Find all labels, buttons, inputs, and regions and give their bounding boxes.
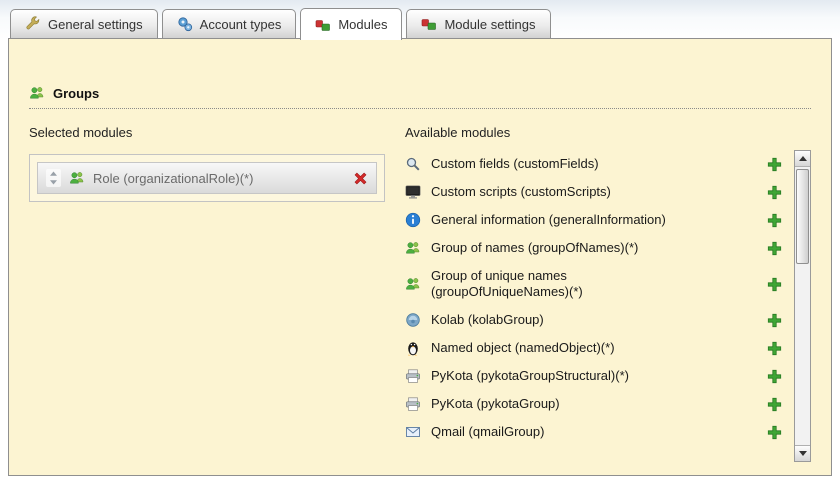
drag-handle-icon[interactable] xyxy=(46,169,61,187)
tab-label: Account types xyxy=(199,16,282,32)
tab-bar: General settings Account types Modules Modu… xyxy=(10,8,830,40)
group-icon xyxy=(29,85,45,101)
terminal-icon xyxy=(405,184,421,200)
available-module-row: Kolab (kolabGroup) xyxy=(405,306,794,334)
available-modules-column: Available modules Custom fields (customF… xyxy=(405,125,811,462)
available-module-row: PyKota (pykotaGroupStructural)(*) xyxy=(405,362,794,390)
module-settings-icon xyxy=(421,16,437,32)
tab-general-settings[interactable]: General settings xyxy=(10,9,158,38)
scrollbar xyxy=(794,150,811,462)
available-modules-body: Custom fields (customFields) Custom scrip… xyxy=(405,150,811,462)
scrollbar-thumb[interactable] xyxy=(796,169,809,264)
plus-icon[interactable] xyxy=(767,241,782,256)
scroll-down-button[interactable] xyxy=(795,445,810,461)
available-module-label: PyKota (pykotaGroupStructural)(*) xyxy=(431,368,629,383)
available-module-row: Group of names (groupOfNames)(*) xyxy=(405,234,794,262)
available-modules-list: Custom fields (customFields) Custom scrip… xyxy=(405,150,794,462)
arrow-down-icon xyxy=(798,451,807,456)
available-module-label: Group of names (groupOfNames)(*) xyxy=(431,240,639,255)
available-module-label: Custom fields (customFields) xyxy=(431,156,599,171)
available-module-label: Kolab (kolabGroup) xyxy=(431,312,544,327)
scrollbar-track[interactable] xyxy=(795,167,810,445)
available-module-row: General information (generalInformation) xyxy=(405,206,794,234)
plus-icon[interactable] xyxy=(767,341,782,356)
available-module-row: PyKota (pykotaGroup) xyxy=(405,390,794,418)
group-icon xyxy=(69,170,85,186)
plus-icon[interactable] xyxy=(767,313,782,328)
gears-icon xyxy=(177,16,193,32)
plus-icon[interactable] xyxy=(767,185,782,200)
modules-icon xyxy=(315,17,331,33)
plus-icon[interactable] xyxy=(767,213,782,228)
group-icon xyxy=(405,240,421,256)
group-icon xyxy=(405,276,421,292)
available-module-label: Named object (namedObject)(*) xyxy=(431,340,615,355)
printer-icon xyxy=(405,368,421,384)
kolab-icon xyxy=(405,312,421,328)
tab-label: General settings xyxy=(48,16,143,32)
plus-icon[interactable] xyxy=(767,425,782,440)
scroll-up-button[interactable] xyxy=(795,151,810,167)
delete-icon[interactable] xyxy=(353,171,368,186)
selected-modules-heading: Selected modules xyxy=(29,125,133,140)
magnifier-icon xyxy=(405,156,421,172)
printer-icon xyxy=(405,396,421,412)
plus-icon[interactable] xyxy=(767,397,782,412)
modules-columns: Selected modules Role (organizationalRol… xyxy=(29,125,811,462)
tab-label: Module settings xyxy=(444,16,536,32)
available-module-label: Qmail (qmailGroup) xyxy=(431,424,545,439)
plus-icon[interactable] xyxy=(767,277,782,292)
tab-account-types[interactable]: Account types xyxy=(161,9,297,38)
wrench-icon xyxy=(25,16,41,32)
available-module-label: Group of unique names (groupOfUniqueName… xyxy=(431,268,583,299)
available-module-row: Named object (namedObject)(*) xyxy=(405,334,794,362)
tab-label: Modules xyxy=(338,17,388,32)
selected-modules-list: Role (organizationalRole)(*) xyxy=(29,154,385,202)
selected-module-item[interactable]: Role (organizationalRole)(*) xyxy=(37,162,377,194)
selected-module-label: Role (organizationalRole)(*) xyxy=(93,170,254,186)
available-module-label: General information (generalInformation) xyxy=(431,212,666,227)
available-module-label: Custom scripts (customScripts) xyxy=(431,184,611,199)
selected-modules-column: Selected modules Role (organizationalRol… xyxy=(29,125,405,462)
content-inner: Groups Selected modules Role (organizati… xyxy=(9,39,831,475)
arrow-up-icon xyxy=(798,156,807,161)
section-header: Groups xyxy=(29,85,811,109)
available-module-row: Custom scripts (customScripts) xyxy=(405,178,794,206)
available-module-row: Custom fields (customFields) xyxy=(405,150,794,178)
content-panel: Groups Selected modules Role (organizati… xyxy=(8,38,832,476)
page-title: Groups xyxy=(53,85,100,101)
info-icon xyxy=(405,212,421,228)
tab-module-settings[interactable]: Module settings xyxy=(406,9,551,38)
plus-icon[interactable] xyxy=(767,157,782,172)
available-module-row: Group of unique names (groupOfUniqueName… xyxy=(405,262,794,306)
plus-icon[interactable] xyxy=(767,369,782,384)
available-module-label: PyKota (pykotaGroup) xyxy=(431,396,560,411)
penguin-icon xyxy=(405,340,421,356)
available-module-row: Qmail (qmailGroup) xyxy=(405,418,794,446)
tab-modules[interactable]: Modules xyxy=(300,8,403,40)
available-modules-heading: Available modules xyxy=(405,125,511,140)
mail-icon xyxy=(405,424,421,440)
